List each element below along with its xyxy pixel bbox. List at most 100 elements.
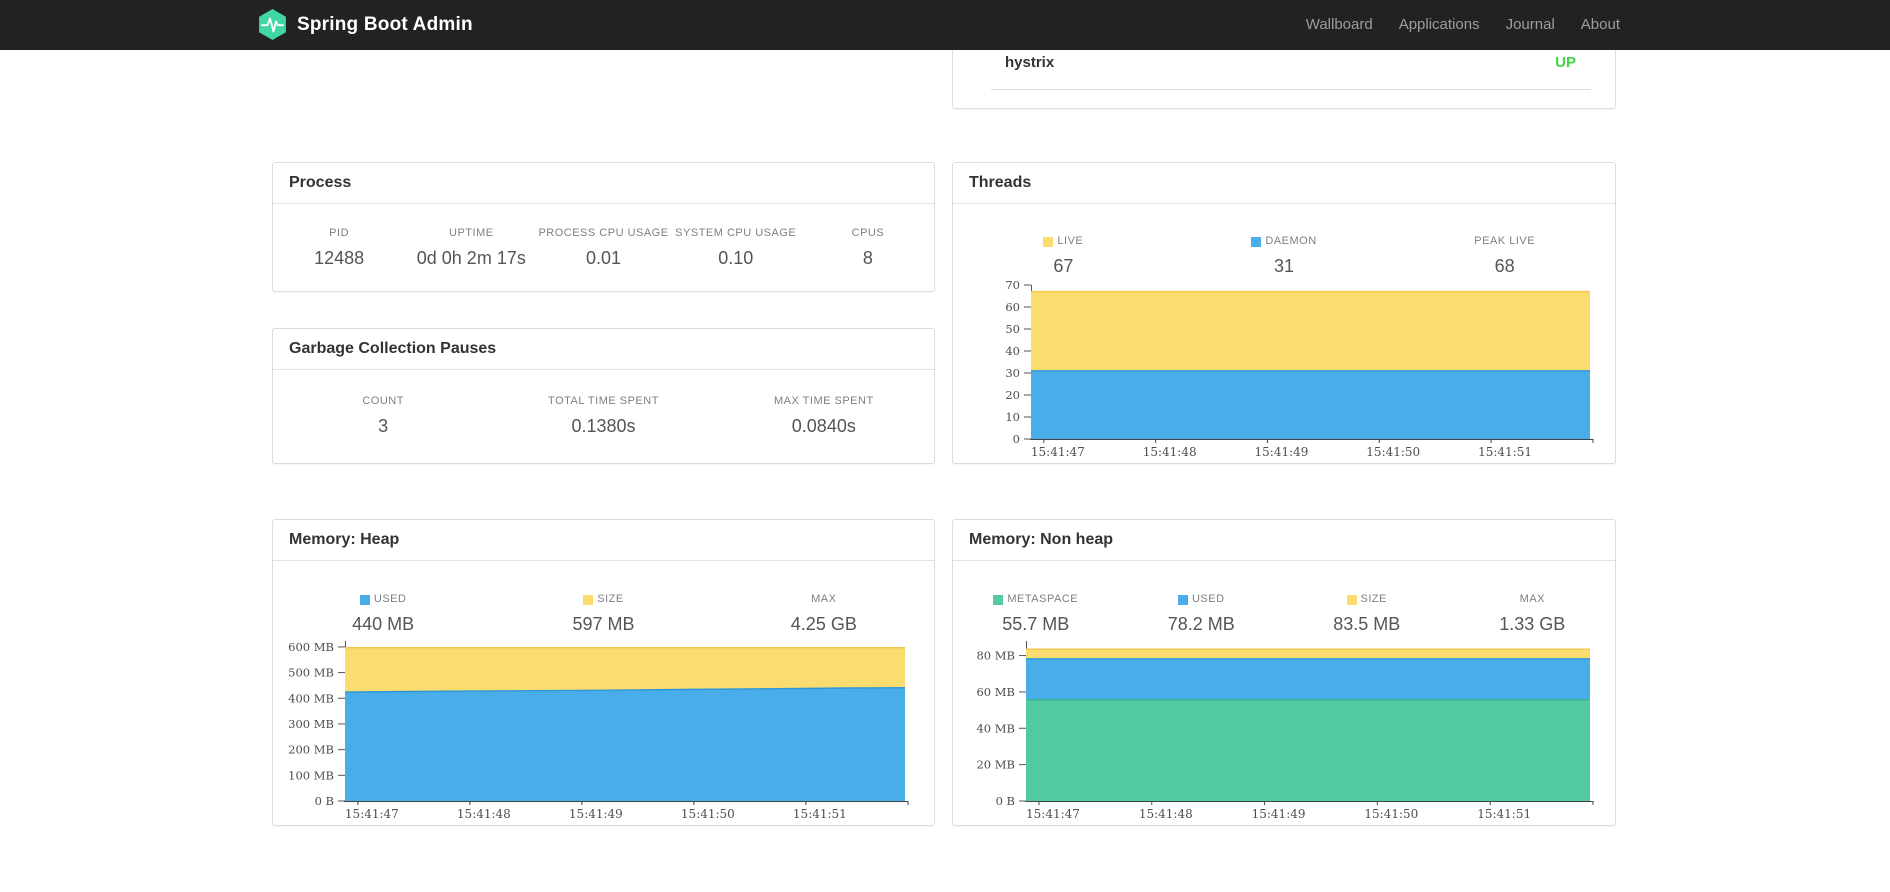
brand-title: Spring Boot Admin [297, 14, 473, 35]
stat-label-used: USED [1119, 593, 1285, 606]
nav-link-applications[interactable]: Applications [1386, 0, 1493, 50]
stat-label-max: MAX [714, 593, 934, 606]
stat-value-process-cpu-usage: 0.01 [585, 248, 622, 268]
nav-item-journal: Journal [1493, 0, 1568, 50]
stat-label-cpus: CPUS [802, 227, 934, 240]
stat-daemon: DAEMON 31 [1174, 235, 1395, 277]
stat-value-metaspace: 55.7 MB [1002, 614, 1070, 634]
stat-label-text: PID [329, 227, 350, 239]
stat-label-live: LIVE [953, 235, 1174, 248]
stat-label-max-time-spent: MAX TIME SPENT [714, 395, 934, 408]
stat-label-size: SIZE [1284, 593, 1450, 606]
stat-max: MAX 1.33 GB [1450, 593, 1616, 635]
gc-stats-row: COUNT 3 TOTAL TIME SPENT 0.1380s MAX TIME SP… [273, 370, 934, 437]
y-tick-label: 80 MB [976, 649, 1015, 663]
nav-link-about[interactable]: About [1568, 0, 1620, 50]
y-tick-label: 60 MB [976, 685, 1015, 699]
nav-item-about: About [1568, 0, 1620, 50]
stat-value-cpus: 8 [862, 248, 873, 268]
x-tick-label: 15:41:49 [1255, 445, 1309, 459]
x-tick-label: 15:41:49 [569, 807, 623, 821]
threads-panel-title: Threads [953, 163, 1615, 204]
stat-label-text: CPUS [851, 227, 885, 239]
stat-label-text: COUNT [362, 395, 404, 407]
nav-link-journal[interactable]: Journal [1493, 0, 1568, 50]
stat-label-text: TOTAL TIME SPENT [548, 395, 659, 407]
nav-item-wallboard: Wallboard [1293, 0, 1386, 50]
stat-value-total-time-spent: 0.1380s [571, 416, 636, 436]
stat-count: COUNT 3 [273, 395, 493, 437]
legend-swatch-used [1177, 594, 1188, 605]
stat-label-text: USED [1191, 593, 1225, 605]
process-panel-title: Process [273, 163, 934, 204]
stat-value-max: 1.33 GB [1499, 614, 1566, 634]
x-tick-label: 15:41:50 [1364, 807, 1418, 821]
memory-heap-chart: 0 B 100 MB 200 MB 300 MB 400 MB 500 MB 600 MB 1… [288, 640, 909, 821]
memory-nonheap-panel: Memory: Non heap METASPACE 55.7 MB USED 78.… [952, 519, 1616, 826]
memory-heap-panel-title: Memory: Heap [273, 520, 934, 561]
stat-label-text: SIZE [1360, 593, 1387, 605]
series-area-metaspace [1026, 699, 1590, 801]
nav-link-wallboard[interactable]: Wallboard [1293, 0, 1386, 50]
stat-value-system-cpu-usage: 0.10 [718, 248, 754, 268]
stat-label-metaspace: METASPACE [953, 593, 1119, 606]
stat-metaspace: METASPACE 55.7 MB [953, 593, 1119, 635]
stat-used: USED 78.2 MB [1119, 593, 1285, 635]
y-tick-label: 30 [1005, 366, 1020, 380]
x-tick-label: 15:41:49 [1252, 807, 1306, 821]
nav-item-applications: Applications [1386, 0, 1493, 50]
y-tick-label: 40 MB [976, 721, 1015, 735]
stat-max: MAX 4.25 GB [714, 593, 934, 635]
page: hystrix UP Spring Boot Admin Wallboard Ap… [0, 0, 1890, 892]
stat-label-count: COUNT [273, 395, 493, 408]
x-tick-label: 15:41:50 [681, 807, 735, 821]
memory-nonheap-panel-title: Memory: Non heap [953, 520, 1615, 561]
stat-value-max-time-spent: 0.0840s [791, 416, 856, 436]
threads-stats-row: LIVE 67 DAEMON 31 PEAK LIVE 68 [953, 204, 1615, 277]
threads-panel: Threads LIVE 67 DAEMON 31 PEAK LIVE 68 0 10 20 3… [952, 162, 1616, 464]
y-tick-label: 60 [1005, 300, 1020, 314]
stat-size: SIZE 83.5 MB [1284, 593, 1450, 635]
stat-label-text: PEAK LIVE [1474, 235, 1536, 247]
stat-label-text: UPTIME [449, 227, 494, 239]
stat-max-time-spent: MAX TIME SPENT 0.0840s [714, 395, 934, 437]
stat-label-pid: PID [273, 227, 405, 240]
legend-swatch-used [359, 594, 370, 605]
stat-label-text: LIVE [1057, 235, 1084, 247]
y-tick-label: 400 MB [288, 691, 334, 705]
y-tick-label: 0 B [315, 794, 334, 808]
y-tick-label: 10 [1005, 410, 1020, 424]
y-tick-label: 200 MB [288, 743, 334, 757]
stat-label-text: SYSTEM CPU USAGE [675, 227, 797, 239]
y-tick-label: 40 [1005, 344, 1020, 358]
y-tick-label: 300 MB [288, 717, 334, 731]
brand-link[interactable]: Spring Boot Admin [257, 0, 473, 50]
y-tick-label: 70 [1005, 278, 1020, 292]
stat-process-cpu-usage: PROCESS CPU USAGE 0.01 [537, 227, 669, 269]
stat-label-text: PROCESS CPU USAGE [538, 227, 669, 239]
x-tick-label: 15:41:50 [1366, 445, 1420, 459]
legend-swatch-live [1043, 236, 1054, 247]
stat-value-used: 78.2 MB [1167, 614, 1235, 634]
series-area-daemon [1031, 370, 1590, 439]
stat-label-text: MAX [811, 593, 837, 605]
x-tick-label: 15:41:47 [345, 807, 399, 821]
stat-label-process-cpu-usage: PROCESS CPU USAGE [537, 227, 669, 240]
stat-label-size: SIZE [493, 593, 713, 606]
stat-total-time-spent: TOTAL TIME SPENT 0.1380s [493, 395, 713, 437]
brand-logo-icon [259, 9, 286, 40]
memory-nonheap-chart: 0 B 20 MB 40 MB 60 MB 80 MB 15:41:47 15:41:48 1… [976, 641, 1594, 821]
stat-label-peak-live: PEAK LIVE [1394, 235, 1615, 248]
threads-chart: 0 10 20 30 40 50 60 70 15:41:47 15:41:48 15:41:49 1… [1005, 278, 1594, 459]
stat-label-max: MAX [1450, 593, 1616, 606]
stat-value-daemon: 31 [1273, 256, 1295, 276]
gc-panel-title: Garbage Collection Pauses [273, 329, 934, 370]
divider [991, 89, 1591, 90]
stat-pid: PID 12488 [273, 227, 405, 269]
memory-nonheap-stats-row: METASPACE 55.7 MB USED 78.2 MB SIZE 83.5 MB MA… [953, 561, 1615, 635]
memory-heap-stats-row: USED 440 MB SIZE 597 MB MAX 4.25 GB [273, 561, 934, 635]
stat-label-uptime: UPTIME [405, 227, 537, 240]
stat-value-size: 597 MB [572, 614, 635, 634]
memory-heap-panel: Memory: Heap USED 440 MB SIZE 597 MB MAX 4.25… [272, 519, 935, 826]
x-tick-label: 15:41:51 [1478, 445, 1532, 459]
